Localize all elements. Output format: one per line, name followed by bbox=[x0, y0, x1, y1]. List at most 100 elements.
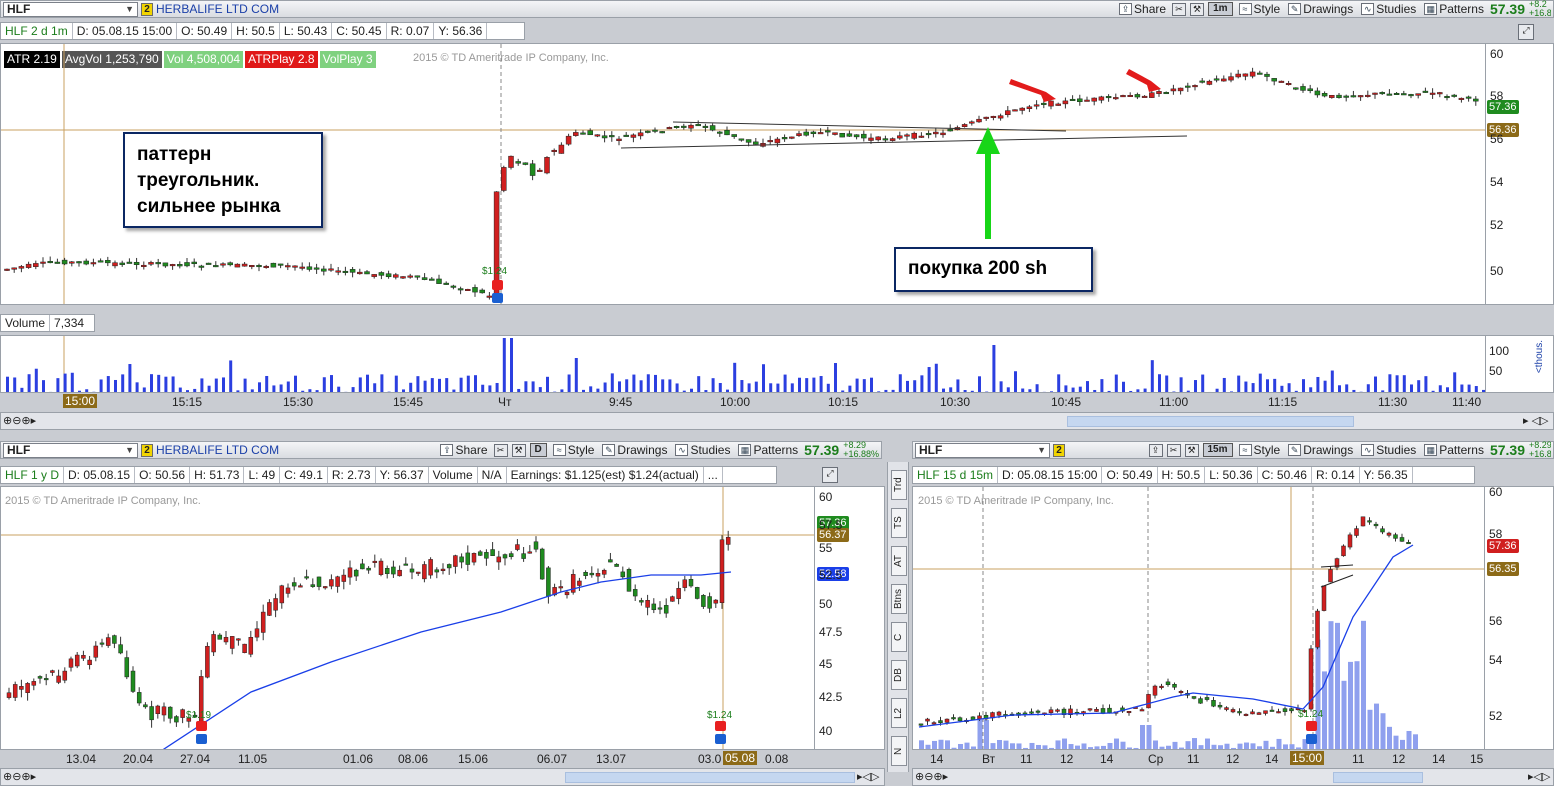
candle-body bbox=[1005, 110, 1011, 116]
left-symbol-input[interactable]: HLF ▼ bbox=[3, 442, 138, 458]
volume-bar bbox=[932, 740, 937, 749]
tools-icon[interactable]: ✂ bbox=[1166, 443, 1181, 457]
top-volume-pane[interactable] bbox=[0, 335, 1486, 393]
left-studies-button[interactable]: ∿ Studies bbox=[673, 443, 732, 457]
right-zoom-controls[interactable]: ⊕⊖⊕▸ bbox=[915, 770, 948, 783]
side-tab-c[interactable]: C bbox=[891, 622, 907, 652]
left-drawings-button[interactable]: ✎ Drawings bbox=[600, 443, 669, 457]
volume-bar bbox=[150, 374, 153, 392]
candle-body bbox=[1269, 709, 1275, 712]
right-studies-button[interactable]: ∿ Studies bbox=[1359, 443, 1418, 457]
patterns-button[interactable]: ▦ Patterns bbox=[1422, 2, 1486, 16]
side-tab-btns[interactable]: Btns bbox=[891, 584, 907, 614]
left-patterns-button[interactable]: ▦ Patterns bbox=[736, 443, 800, 457]
left-scroll-thumb[interactable] bbox=[565, 772, 855, 783]
chart-settings-icon[interactable]: ⤢ bbox=[1518, 24, 1534, 40]
candle-body bbox=[601, 569, 607, 575]
candle-body bbox=[105, 260, 111, 264]
studies-button[interactable]: ∿ Studies bbox=[1359, 2, 1418, 16]
side-tab-db[interactable]: DB bbox=[891, 660, 907, 690]
volume-bar bbox=[1257, 746, 1262, 749]
x-tick: 01.06 bbox=[343, 752, 374, 766]
right-price-pane[interactable]: 2015 © TD Ameritrade IP Company, Inc. $1… bbox=[912, 486, 1485, 750]
period-button[interactable]: 1m bbox=[1208, 2, 1233, 16]
side-tab-at[interactable]: AT bbox=[891, 546, 907, 576]
left-share-button[interactable]: ⇪ Share bbox=[438, 443, 489, 457]
volume-bar bbox=[610, 373, 614, 392]
candle-body bbox=[384, 568, 390, 574]
drawings-button[interactable]: ✎ Drawings bbox=[1286, 2, 1355, 16]
volume-bar bbox=[1129, 390, 1133, 392]
chevron-down-icon[interactable]: ▼ bbox=[1037, 445, 1046, 455]
candle-body bbox=[353, 569, 359, 577]
candle-body bbox=[1170, 88, 1177, 92]
share-icon[interactable]: ⇪ bbox=[1148, 443, 1163, 457]
top-price-pane[interactable]: ATR 2.19 AvgVol 1,253,790 Vol 4,508,004 ATR… bbox=[0, 43, 1486, 305]
side-tab-trd[interactable]: Trd bbox=[891, 470, 907, 500]
y-tick: 54 bbox=[1489, 653, 1503, 667]
volume-bar bbox=[1309, 387, 1313, 392]
candle-body bbox=[522, 162, 529, 165]
left-navigator[interactable]: ⊕⊖⊕▸ ▸◁▷ bbox=[0, 768, 885, 786]
net-change-pct: +16.8 bbox=[1529, 8, 1551, 18]
scroll-right-icon[interactable]: ▸ ◁▷ bbox=[1523, 414, 1549, 427]
right-style-button[interactable]: ≈ Style bbox=[1237, 443, 1283, 457]
top-yaxis[interactable]: 57.36 56.36 60 58 56 54 52 50 bbox=[1486, 43, 1554, 305]
candle-body bbox=[681, 125, 687, 128]
left-zoom-controls[interactable]: ⊕⊖⊕▸ bbox=[3, 770, 36, 783]
left-chart-settings-icon[interactable]: ⤢ bbox=[822, 467, 838, 483]
right-patterns-button[interactable]: ▦ Patterns bbox=[1422, 443, 1486, 457]
volume-bar bbox=[1071, 387, 1075, 392]
right-link-badge[interactable]: 2 bbox=[1053, 443, 1065, 457]
annotation-buy[interactable]: покупка 200 sh bbox=[894, 247, 1093, 292]
side-tab-l2[interactable]: L2 bbox=[891, 698, 907, 728]
annotation-triangle[interactable]: паттерн треугольник. сильнее рынка bbox=[123, 132, 323, 228]
wrench-icon[interactable]: ⚒ bbox=[511, 443, 526, 457]
chevron-down-icon[interactable]: ▼ bbox=[125, 4, 134, 14]
candle-body bbox=[688, 124, 694, 129]
right-symbol-input[interactable]: HLF ▼ bbox=[915, 442, 1050, 458]
tools-icon[interactable]: ✂ bbox=[493, 443, 508, 457]
left-scroll-icons[interactable]: ▸◁▷ bbox=[857, 770, 879, 783]
right-scroll-icons[interactable]: ▸◁▷ bbox=[1528, 770, 1550, 783]
volume-bar bbox=[344, 391, 348, 392]
volume-bar bbox=[697, 376, 701, 392]
tools-icon[interactable]: ✂ bbox=[1172, 2, 1187, 16]
link-badge[interactable]: 2 bbox=[141, 2, 153, 16]
wrench-icon[interactable]: ⚒ bbox=[1184, 443, 1199, 457]
side-tab-ts[interactable]: TS bbox=[891, 508, 907, 538]
right-scroll-thumb[interactable] bbox=[1333, 772, 1423, 783]
wrench-icon[interactable]: ⚒ bbox=[1190, 2, 1205, 16]
chevron-down-icon[interactable]: ▼ bbox=[125, 445, 134, 455]
volume-bar bbox=[1393, 735, 1399, 749]
right-period-button[interactable]: 15m bbox=[1202, 443, 1233, 457]
volume-bar bbox=[1179, 377, 1183, 392]
candle-body bbox=[933, 131, 939, 135]
left-link-badge[interactable]: 2 bbox=[141, 443, 153, 457]
zoom-controls[interactable]: ⊕⊖⊕▸ bbox=[3, 414, 36, 427]
candle-body bbox=[242, 643, 247, 653]
side-tab-n[interactable]: N bbox=[891, 736, 907, 766]
candle-body bbox=[155, 705, 161, 715]
right-navigator[interactable]: ⊕⊖⊕▸ ▸◁▷ bbox=[912, 768, 1554, 786]
candle-body bbox=[1451, 94, 1457, 97]
volume-bar bbox=[430, 378, 434, 392]
right-drawings-button[interactable]: ✎ Drawings bbox=[1286, 443, 1355, 457]
candle-body bbox=[74, 654, 80, 667]
candle-body bbox=[608, 559, 613, 563]
volume-bar bbox=[985, 391, 989, 392]
left-style-button[interactable]: ≈ Style bbox=[551, 443, 597, 457]
style-button[interactable]: ≈ Style bbox=[1237, 2, 1283, 16]
top-navigator[interactable]: ⊕⊖⊕▸ ▸ ◁▷ bbox=[0, 412, 1554, 430]
symbol-input[interactable]: HLF ▼ bbox=[3, 1, 138, 17]
volume-bar bbox=[927, 367, 931, 392]
candle-body bbox=[670, 596, 675, 602]
share-button[interactable]: ⇪ Share bbox=[1117, 2, 1168, 16]
info-field: L: 50.43 bbox=[280, 23, 333, 39]
left-period-button[interactable]: D bbox=[529, 443, 547, 457]
scroll-thumb[interactable] bbox=[1067, 416, 1354, 427]
left-price-pane[interactable]: 2015 © TD Ameritrade IP Company, Inc. $1… bbox=[0, 486, 815, 750]
candle-body bbox=[897, 135, 903, 139]
studies-icon: ∿ bbox=[675, 444, 689, 456]
candle-body bbox=[1012, 109, 1018, 112]
